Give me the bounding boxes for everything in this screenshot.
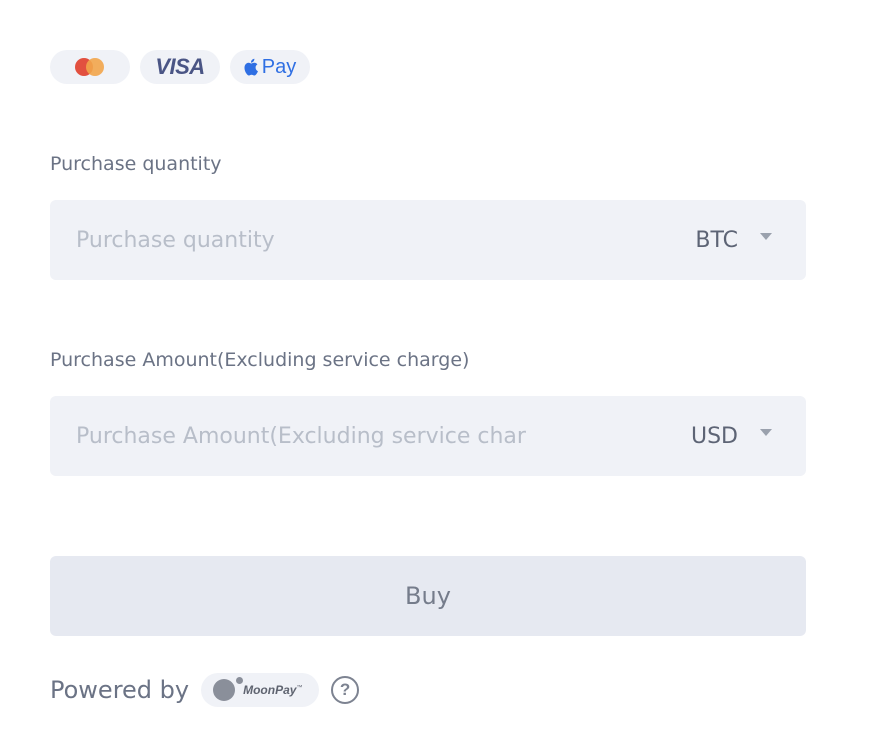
visa-chip: VISA [140,50,220,84]
applepay-label: Pay [261,55,297,78]
amount-field: USD [50,396,806,476]
amount-currency-code: USD [690,423,738,449]
quantity-currency-select[interactable]: BTC [695,200,772,280]
chevron-down-icon [760,232,772,240]
chevron-down-icon [760,428,772,436]
moonpay-name: MoonPay [243,683,297,697]
powered-by-text: Powered by [50,676,190,704]
help-icon[interactable]: ? [331,676,360,704]
mastercard-chip [50,50,130,84]
buy-button[interactable]: Buy [50,556,806,636]
apple-icon [244,58,258,76]
visa-logo: VISA [155,54,205,79]
powered-by: Powered by MoonPay™ ? [50,672,360,708]
moonpay-trademark: ™ [296,685,303,691]
moonpay-icon [213,679,236,701]
amount-label: Purchase Amount(Excluding service charge… [50,349,470,371]
quantity-input[interactable] [76,200,526,280]
applepay-chip: Pay [230,50,310,84]
quantity-label: Purchase quantity [50,153,222,175]
help-glyph: ? [339,680,351,699]
mastercard-icon [75,58,104,76]
quantity-currency-code: BTC [695,227,738,253]
moonpay-badge: MoonPay™ [201,673,320,707]
amount-input[interactable] [76,396,526,476]
amount-currency-select[interactable]: USD [691,396,772,476]
quantity-field: BTC [50,200,806,280]
